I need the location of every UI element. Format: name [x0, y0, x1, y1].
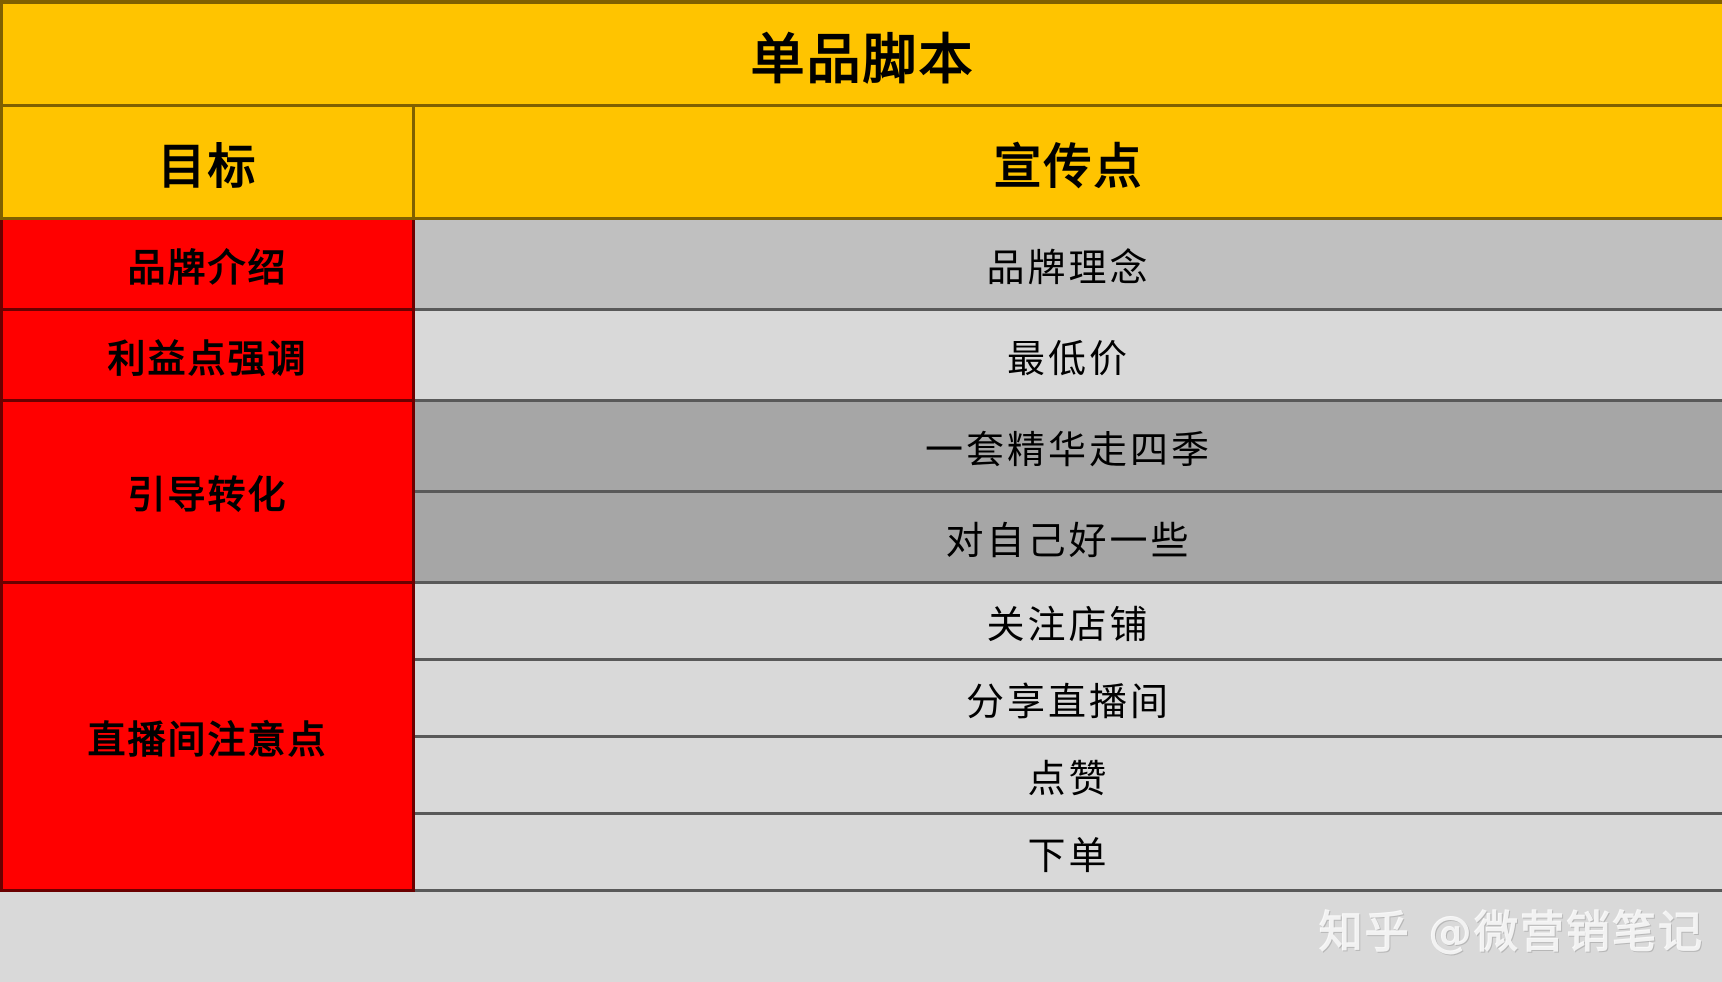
point-cell-brand-concept: 品牌理念	[412, 217, 1722, 311]
point-cell-like: 点赞	[412, 735, 1722, 815]
table-row: 直播间注意点 关注店铺	[0, 581, 1722, 892]
point-cell-be-good-to-yourself: 对自己好一些	[412, 490, 1722, 584]
point-cell-share-livestream: 分享直播间	[412, 658, 1722, 738]
table-row: 品牌介绍 品牌理念	[0, 217, 1722, 311]
table-row: 利益点强调 最低价	[0, 308, 1722, 402]
point-cell-place-order: 下单	[412, 812, 1722, 892]
point-cell-one-set-serum: 一套精华走四季	[412, 399, 1722, 493]
point-cell-lowest-price: 最低价	[412, 308, 1722, 402]
column-header-row: 目标 宣传点	[0, 104, 1722, 220]
goal-cell-benefit-emphasis: 利益点强调	[0, 308, 415, 402]
title-row: 单品脚本	[0, 0, 1722, 107]
spreadsheet-canvas: 单品脚本 目标 宣传点 品牌介绍 品牌理念 利益点强调 最低价 引导转化 一套精…	[0, 0, 1722, 982]
table-title: 单品脚本	[0, 0, 1722, 107]
goal-cell-livestream-notes: 直播间注意点	[0, 581, 415, 892]
column-header-point: 宣传点	[412, 104, 1722, 220]
point-cell-follow-shop: 关注店铺	[412, 581, 1722, 661]
script-table: 单品脚本 目标 宣传点 品牌介绍 品牌理念 利益点强调 最低价 引导转化 一套精…	[0, 0, 1722, 892]
table-row: 引导转化 一套精华走四季	[0, 399, 1722, 584]
watermark-label: 知乎 @微营销笔记	[1318, 907, 1704, 958]
goal-cell-guide-conversion: 引导转化	[0, 399, 415, 584]
column-header-goal: 目标	[0, 104, 415, 220]
table-body: 单品脚本 目标 宣传点 品牌介绍 品牌理念 利益点强调 最低价 引导转化 一套精…	[0, 0, 1722, 892]
goal-cell-brand-intro: 品牌介绍	[0, 217, 415, 311]
